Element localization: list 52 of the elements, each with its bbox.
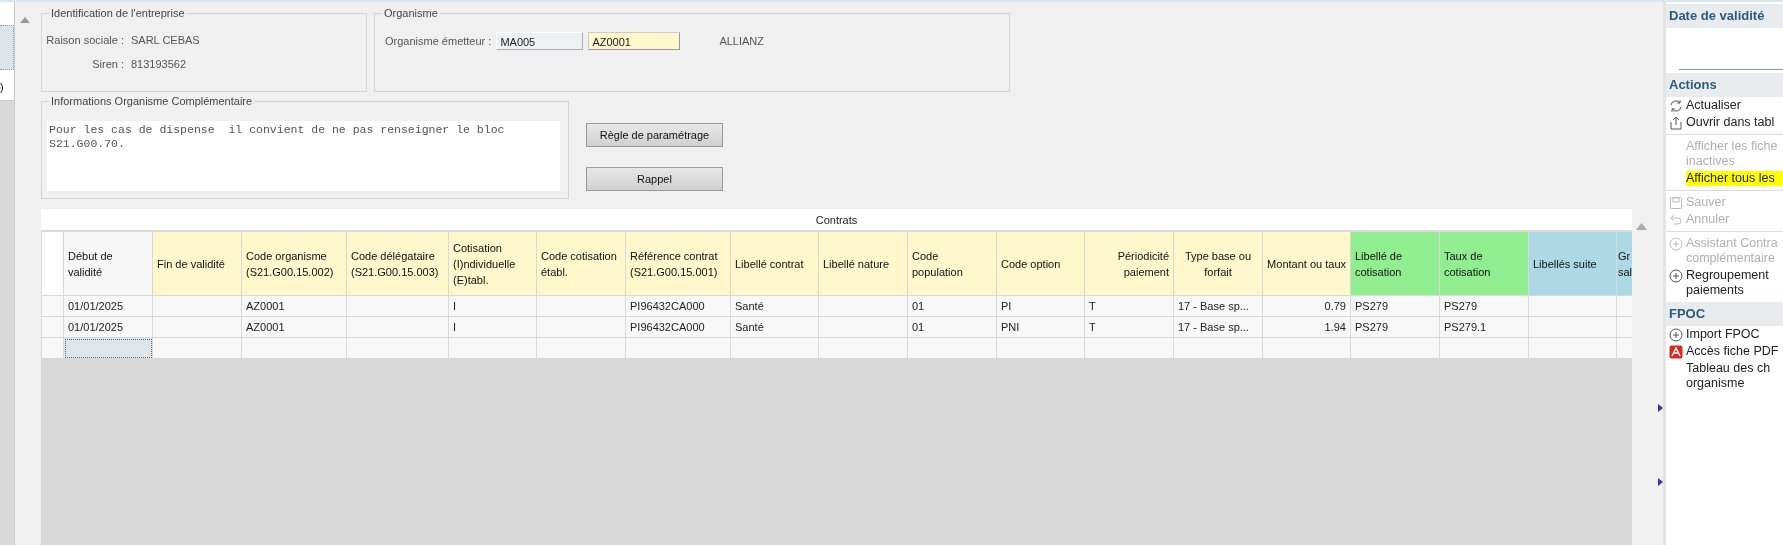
group-title: Identification de l'entreprise <box>49 6 187 20</box>
action-link[interactable]: Accès fiche PDF <box>1686 344 1783 359</box>
section-title: Date de validité <box>1669 8 1765 23</box>
field-label: Raison sociale : <box>45 32 124 48</box>
column-header[interactable]: Code option <box>996 231 1085 296</box>
action-link[interactable]: Regroupement paiements <box>1686 268 1783 298</box>
column-header[interactable]: Cotisation (I)ndividuelle (E)tabl. <box>448 231 537 296</box>
code-field[interactable]: MA005 <box>496 32 584 50</box>
column-header[interactable]: Début de validité <box>63 231 153 296</box>
action-button[interactable]: Rappel <box>586 167 723 191</box>
action-link[interactable]: Actualiser <box>1686 98 1783 113</box>
field-label: Organisme émetteur : <box>385 33 492 49</box>
action-link[interactable]: Afficher tous les <box>1686 171 1783 186</box>
action-button[interactable]: Règle de paramétrage <box>586 123 723 147</box>
notes-field[interactable]: Pour les cas de dispense il convient de ne pas renseigner le bloc S21.G00.70. <box>47 121 560 191</box>
organism-name: ALLIANZ <box>719 33 764 49</box>
action-link[interactable]: Import FPOC <box>1686 327 1783 342</box>
action-link[interactable]: Ouvrir dans tabl <box>1686 115 1783 130</box>
section-title: Actions <box>1669 77 1717 92</box>
pdf-icon <box>1669 345 1683 359</box>
column-header[interactable]: Référence contrat (S21.G00.15.001) <box>625 231 731 296</box>
plus-circle-icon <box>1669 237 1683 251</box>
scroll-up-icon[interactable] <box>20 17 30 24</box>
column-header[interactable]: Code délégataire (S21.G00.15.003) <box>346 231 449 296</box>
column-header[interactable]: Périodicité paiement <box>1084 231 1174 296</box>
group-title: Informations Organisme Complémentaire <box>49 94 255 108</box>
plus-circle-icon <box>1669 269 1683 283</box>
column-header[interactable]: Fin de validité <box>152 231 242 296</box>
section-title: FPOC <box>1669 306 1706 321</box>
column-header[interactable]: Code cotisation établ. <box>536 231 626 296</box>
side-tab[interactable] <box>0 25 14 70</box>
share-icon <box>1669 116 1683 130</box>
plus-circle-icon <box>1669 328 1683 342</box>
column-header[interactable]: Libellé contrat <box>730 231 819 296</box>
scroll-up-icon[interactable] <box>1636 222 1647 230</box>
column-header[interactable]: Taux de cotisation <box>1439 231 1529 296</box>
field-label: Siren : <box>91 56 124 72</box>
column-header[interactable]: Libellés suite <box>1528 231 1617 296</box>
field-value: SARL CEBAS <box>131 32 200 48</box>
tab-label: ) <box>0 80 5 94</box>
group-title: Organisme <box>382 6 440 20</box>
undo-icon <box>1669 213 1683 227</box>
code-field[interactable]: AZ0001 <box>588 32 681 50</box>
column-header[interactable]: Type base ou forfait <box>1173 231 1263 296</box>
column-header[interactable]: Libellé de cotisation <box>1350 231 1440 296</box>
column-header[interactable]: Montant ou taux <box>1262 231 1351 296</box>
column-header[interactable]: Code population <box>907 231 997 296</box>
column-header[interactable]: Code organisme (S21.G00.15.002) <box>241 231 347 296</box>
column-header[interactable]: Libellé nature <box>818 231 908 296</box>
action-link[interactable]: Tableau des ch organisme <box>1686 361 1783 391</box>
field-value: 813193562 <box>131 56 187 72</box>
refresh-icon <box>1669 99 1683 113</box>
